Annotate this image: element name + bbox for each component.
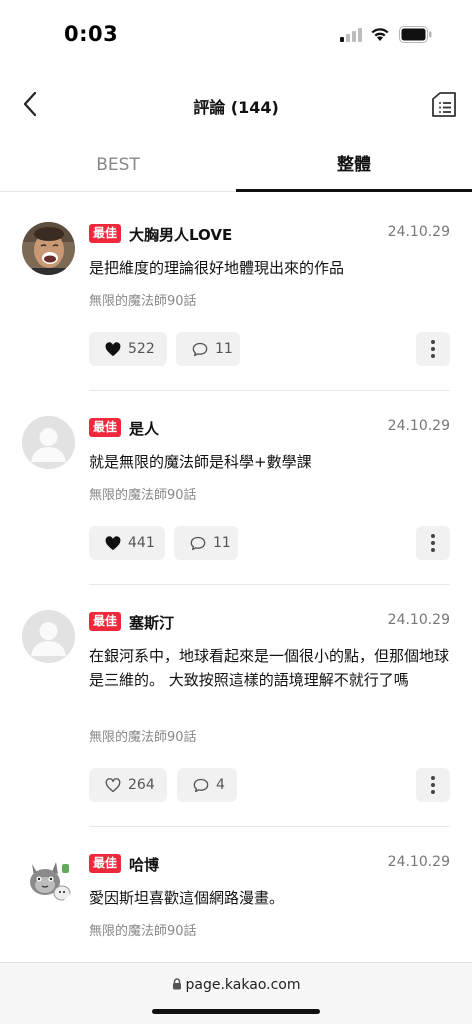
comment-item: 最佳 塞斯汀 24.10.29 在銀河系中，地球看起來是一個很小的點，但那個地球…	[0, 610, 472, 828]
best-badge: 最佳	[89, 224, 122, 243]
reply-button[interactable]: 4	[177, 768, 237, 802]
like-button[interactable]: 522	[89, 332, 167, 366]
cellular-signal-icon	[340, 27, 362, 42]
like-count: 522	[128, 341, 155, 357]
comment-text: 是把維度的理論很好地體現出來的作品	[89, 259, 345, 277]
comment-author[interactable]: 是人	[129, 418, 159, 439]
avatar[interactable]	[22, 852, 75, 905]
divider	[89, 390, 450, 391]
browser-address-bar[interactable]: page.kakao.com	[0, 962, 472, 1024]
like-count: 264	[128, 777, 155, 793]
comment-item: 最佳 是人 24.10.29 就是無限的魔法師是科學+數學課 無限的魔法師90話…	[0, 416, 472, 586]
comment-author[interactable]: 哈博	[129, 854, 159, 875]
best-badge: 最佳	[89, 418, 122, 437]
heart-filled-icon	[105, 341, 121, 356]
header: 評論 (144)	[0, 70, 472, 140]
episode-label: 無限的魔法師90話	[89, 488, 197, 503]
more-vertical-icon	[431, 340, 435, 358]
comment-author[interactable]: 塞斯汀	[129, 612, 174, 633]
speech-bubble-icon	[193, 778, 209, 792]
more-vertical-icon	[431, 776, 435, 794]
url-text: page.kakao.com	[185, 977, 301, 993]
episode-label: 無限的魔法師90話	[89, 294, 197, 309]
heart-filled-icon	[105, 535, 121, 550]
home-indicator[interactable]	[152, 1009, 320, 1014]
episode-list-button[interactable]	[426, 86, 462, 122]
avatar[interactable]	[22, 222, 75, 275]
url-display[interactable]: page.kakao.com	[0, 977, 472, 993]
more-options-button[interactable]	[416, 332, 450, 366]
comment-text: 在銀河系中，地球看起來是一個很小的點，但那個地球是三維的。 大致按照這樣的語境理…	[89, 647, 450, 689]
divider	[89, 826, 450, 827]
avatar[interactable]	[22, 610, 75, 663]
episode-label: 無限的魔法師90話	[89, 924, 197, 939]
lock-icon	[172, 978, 181, 990]
divider	[89, 584, 450, 585]
comment-tabs: BEST 整體	[0, 140, 472, 192]
more-options-button[interactable]	[416, 768, 450, 802]
reply-count: 4	[216, 777, 225, 793]
reply-count: 11	[215, 341, 233, 357]
status-time: 0:03	[64, 22, 119, 46]
battery-icon	[399, 26, 432, 43]
like-button[interactable]: 264	[89, 768, 167, 802]
episode-label: 無限的魔法師90話	[89, 730, 197, 745]
comment-item: 最佳 大胸男人LOVE 24.10.29 是把維度的理論很好地體現出來的作品 無…	[0, 222, 472, 392]
comment-text: 就是無限的魔法師是科學+數學課	[89, 453, 312, 471]
comment-text: 愛因斯坦喜歡這個網路漫畫。	[89, 889, 285, 907]
best-badge: 最佳	[89, 612, 122, 631]
status-bar: 0:03	[0, 0, 472, 70]
reply-button[interactable]: 11	[176, 332, 240, 366]
comment-date: 24.10.29	[387, 854, 450, 870]
comment-author[interactable]: 大胸男人LOVE	[129, 224, 232, 245]
speech-bubble-icon	[192, 342, 208, 356]
more-vertical-icon	[431, 534, 435, 552]
reply-button[interactable]: 11	[174, 526, 238, 560]
episode-list-icon	[432, 92, 456, 117]
best-badge: 最佳	[89, 854, 122, 873]
wifi-icon	[370, 26, 390, 42]
comment-date: 24.10.29	[387, 612, 450, 628]
comment-item: 最佳 哈博 24.10.29 愛因斯坦喜歡這個網路漫畫。 無限的魔法師90話	[0, 852, 472, 962]
reply-count: 11	[213, 535, 231, 551]
like-button[interactable]: 441	[89, 526, 165, 560]
speech-bubble-icon	[190, 536, 206, 550]
tab-best[interactable]: BEST	[0, 140, 236, 192]
tab-all[interactable]: 整體	[236, 140, 472, 192]
heart-outline-icon	[105, 777, 121, 792]
comment-date: 24.10.29	[387, 224, 450, 240]
avatar[interactable]	[22, 416, 75, 469]
comment-date: 24.10.29	[387, 418, 450, 434]
page-title: 評論 (144)	[193, 98, 279, 117]
like-count: 441	[128, 535, 155, 551]
more-options-button[interactable]	[416, 526, 450, 560]
